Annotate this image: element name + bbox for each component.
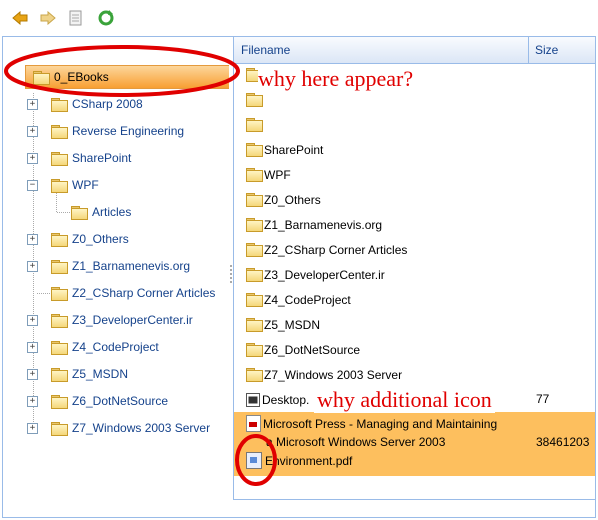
annotation-circle-icon — [235, 434, 277, 486]
annotation-marks — [4, 45, 277, 486]
annotation-circle-tree — [4, 45, 240, 97]
